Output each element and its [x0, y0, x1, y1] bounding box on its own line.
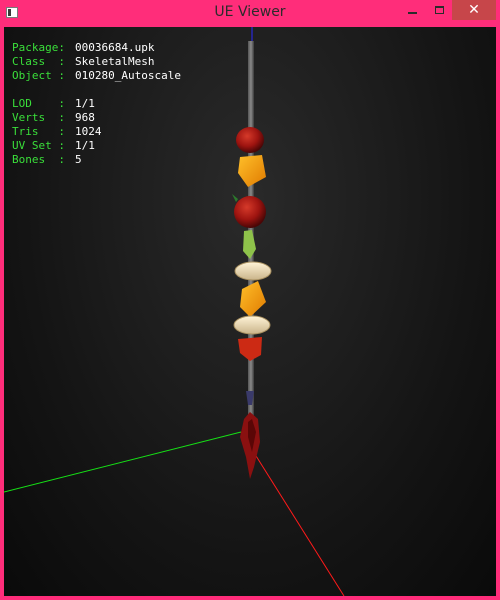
info-bones: Bones :5 — [12, 153, 82, 166]
close-button[interactable]: ✕ — [452, 0, 496, 20]
info-object: Object :010280_Autoscale — [12, 69, 181, 82]
info-package: Package: 00036684.upk — [12, 41, 155, 54]
ue-viewer-window: UE Viewer ✕ Package: 00036684.upk Class … — [0, 0, 500, 600]
orange-wedge — [238, 155, 266, 187]
maximize-icon — [434, 6, 444, 14]
info-uvset: UV Set :1/1 — [12, 139, 95, 152]
banana-slice — [234, 261, 272, 281]
orange-wedge-2 — [240, 281, 266, 317]
mesh-info-overlay: Package: 00036684.upk Class : SkeletalMesh… — [12, 41, 181, 167]
banana-slice-2 — [233, 315, 271, 335]
minimize-icon — [407, 12, 417, 14]
title-bar[interactable]: UE Viewer ✕ — [0, 0, 500, 27]
window-title: UE Viewer — [214, 4, 286, 20]
apple-piece — [236, 127, 264, 153]
info-class: Class : SkeletalMesh — [12, 55, 155, 68]
tomato-piece — [234, 196, 266, 228]
minimize-button[interactable] — [400, 0, 424, 20]
info-lod: LOD :1/1 — [12, 97, 95, 110]
info-tris: Tris :1024 — [12, 125, 102, 138]
leaf — [232, 194, 238, 202]
info-verts: Verts :968 — [12, 111, 95, 124]
close-icon: ✕ — [468, 2, 480, 18]
pepper-piece — [243, 230, 256, 259]
strawberry-piece — [238, 337, 262, 361]
y-axis-line — [4, 431, 242, 493]
maximize-button[interactable] — [426, 0, 452, 20]
3d-viewport[interactable]: Package: 00036684.upk Class : SkeletalMesh… — [4, 27, 496, 596]
